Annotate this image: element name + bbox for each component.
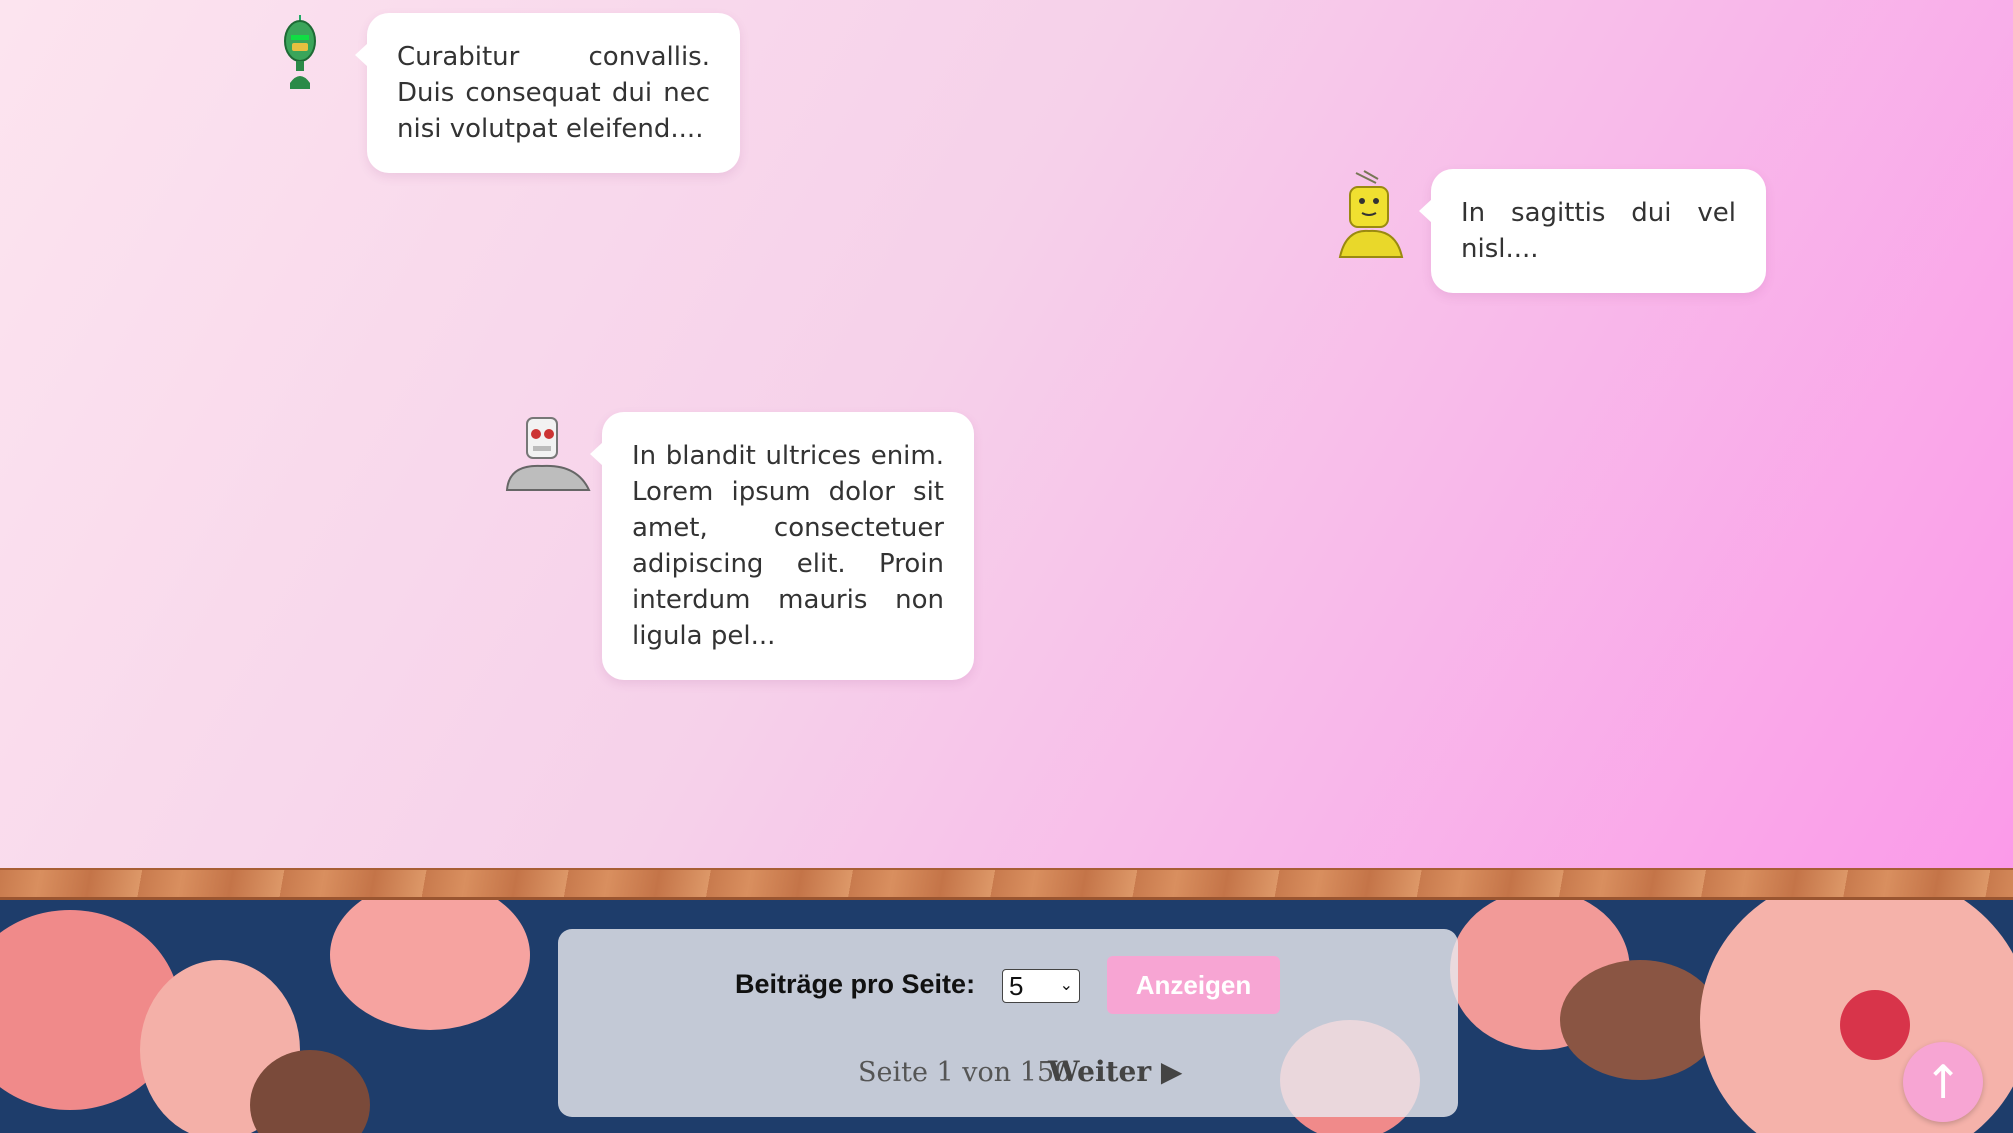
show-button[interactable]: Anzeigen — [1107, 956, 1280, 1014]
per-page-value: 5 — [1009, 971, 1024, 1001]
post-item: In blandit ultrices enim. Lorem ipsum do… — [505, 412, 974, 680]
post-message: In blandit ultrices enim. Lorem ipsum do… — [590, 412, 974, 680]
post-item: Curabitur convallis. Duis consequat dui … — [270, 13, 740, 173]
chevron-down-icon: ⌄ — [1059, 977, 1073, 994]
post-message: In sagittis dui vel nisl.... — [1419, 169, 1766, 293]
arrow-up-icon: ↑ — [1923, 1055, 1963, 1109]
pagination-panel: Beiträge pro Seite: 5 ⌄ Anzeigen Seite 1… — [558, 929, 1458, 1117]
post-message: Curabitur convallis. Duis consequat dui … — [355, 13, 740, 173]
next-page-link[interactable]: Weiter ▶ — [1048, 1055, 1182, 1088]
posts-area: Curabitur convallis. Duis consequat dui … — [0, 0, 2013, 870]
scroll-to-top-button[interactable]: ↑ — [1903, 1042, 1983, 1122]
per-page-label: Beiträge pro Seite: — [735, 969, 976, 999]
page-info: Seite 1 von 150 — [858, 1057, 1072, 1088]
white-robot-icon — [505, 412, 591, 492]
green-robot-icon — [270, 13, 350, 93]
per-page-select[interactable]: 5 ⌄ — [1002, 969, 1080, 1003]
wooden-shelf-divider — [0, 868, 2013, 900]
yellow-robot-icon — [1336, 169, 1416, 258]
post-item: In sagittis dui vel nisl.... — [1336, 169, 1766, 293]
